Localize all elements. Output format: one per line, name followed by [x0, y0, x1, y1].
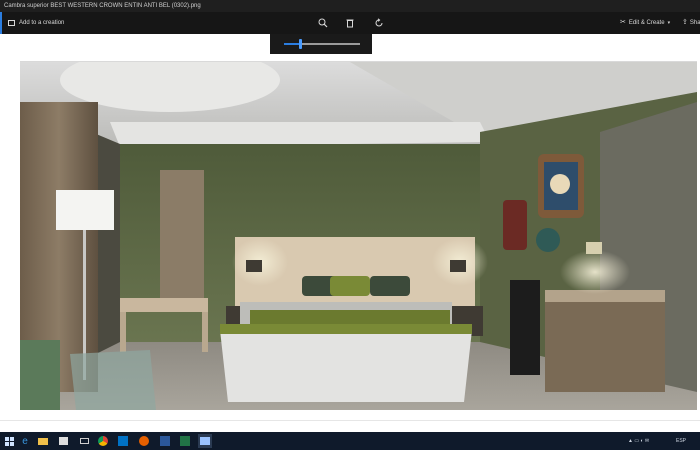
start-icon[interactable]: [2, 434, 16, 448]
mail-icon[interactable]: [77, 434, 91, 448]
bedroom-illustration: [20, 62, 697, 410]
zoom-slider-thumb[interactable]: [299, 39, 303, 49]
file-explorer-icon[interactable]: [36, 434, 50, 448]
zoom-icon[interactable]: [316, 16, 330, 30]
zoom-panel: [270, 34, 372, 54]
tray-icons[interactable]: ▲ ▭ ◐ ✉: [628, 436, 649, 446]
firefox-icon[interactable]: [137, 434, 151, 448]
share-label: Sha: [689, 20, 700, 26]
edit-create-button[interactable]: ✂ Edit & Create ▾: [620, 17, 670, 29]
share-button[interactable]: ⇪ Sha: [682, 17, 700, 29]
window-titlebar: Cambra superior BEST WESTERN CROWN ENTIN…: [0, 0, 700, 12]
edit-create-label: Edit & Create: [628, 20, 665, 26]
share-icon: ⇪: [682, 19, 688, 26]
chevron-down-icon: ▾: [667, 20, 671, 26]
viewer-bottom-strip: [0, 420, 700, 432]
edge-icon[interactable]: e: [18, 434, 32, 448]
add-to-creation-label: Add to a creation: [19, 20, 65, 26]
add-to-creation-button[interactable]: Add to a creation: [8, 17, 64, 29]
excel-icon[interactable]: [178, 434, 192, 448]
zoom-fill: [284, 43, 301, 45]
window-title: Cambra superior BEST WESTERN CROWN ENTIN…: [4, 3, 201, 9]
edit-icon: ✂: [620, 19, 626, 26]
tray-language[interactable]: ESP: [676, 436, 686, 446]
word-icon[interactable]: [158, 434, 172, 448]
photos-toolbar: Add to a creation ✂ Edit & Create ▾ ⇪ Sh…: [0, 12, 700, 34]
chrome-icon[interactable]: [96, 434, 110, 448]
toolbar-accent: [0, 12, 2, 34]
outlook-icon[interactable]: [116, 434, 130, 448]
windows-taskbar: e ▲ ▭ ◐ ✉ ESP: [0, 432, 700, 450]
bedroom-photo: [20, 62, 697, 410]
rotate-icon[interactable]: [372, 16, 386, 30]
photos-icon[interactable]: [198, 434, 212, 448]
store-icon[interactable]: [56, 434, 70, 448]
collection-icon: [8, 20, 15, 26]
delete-icon[interactable]: [343, 16, 357, 30]
